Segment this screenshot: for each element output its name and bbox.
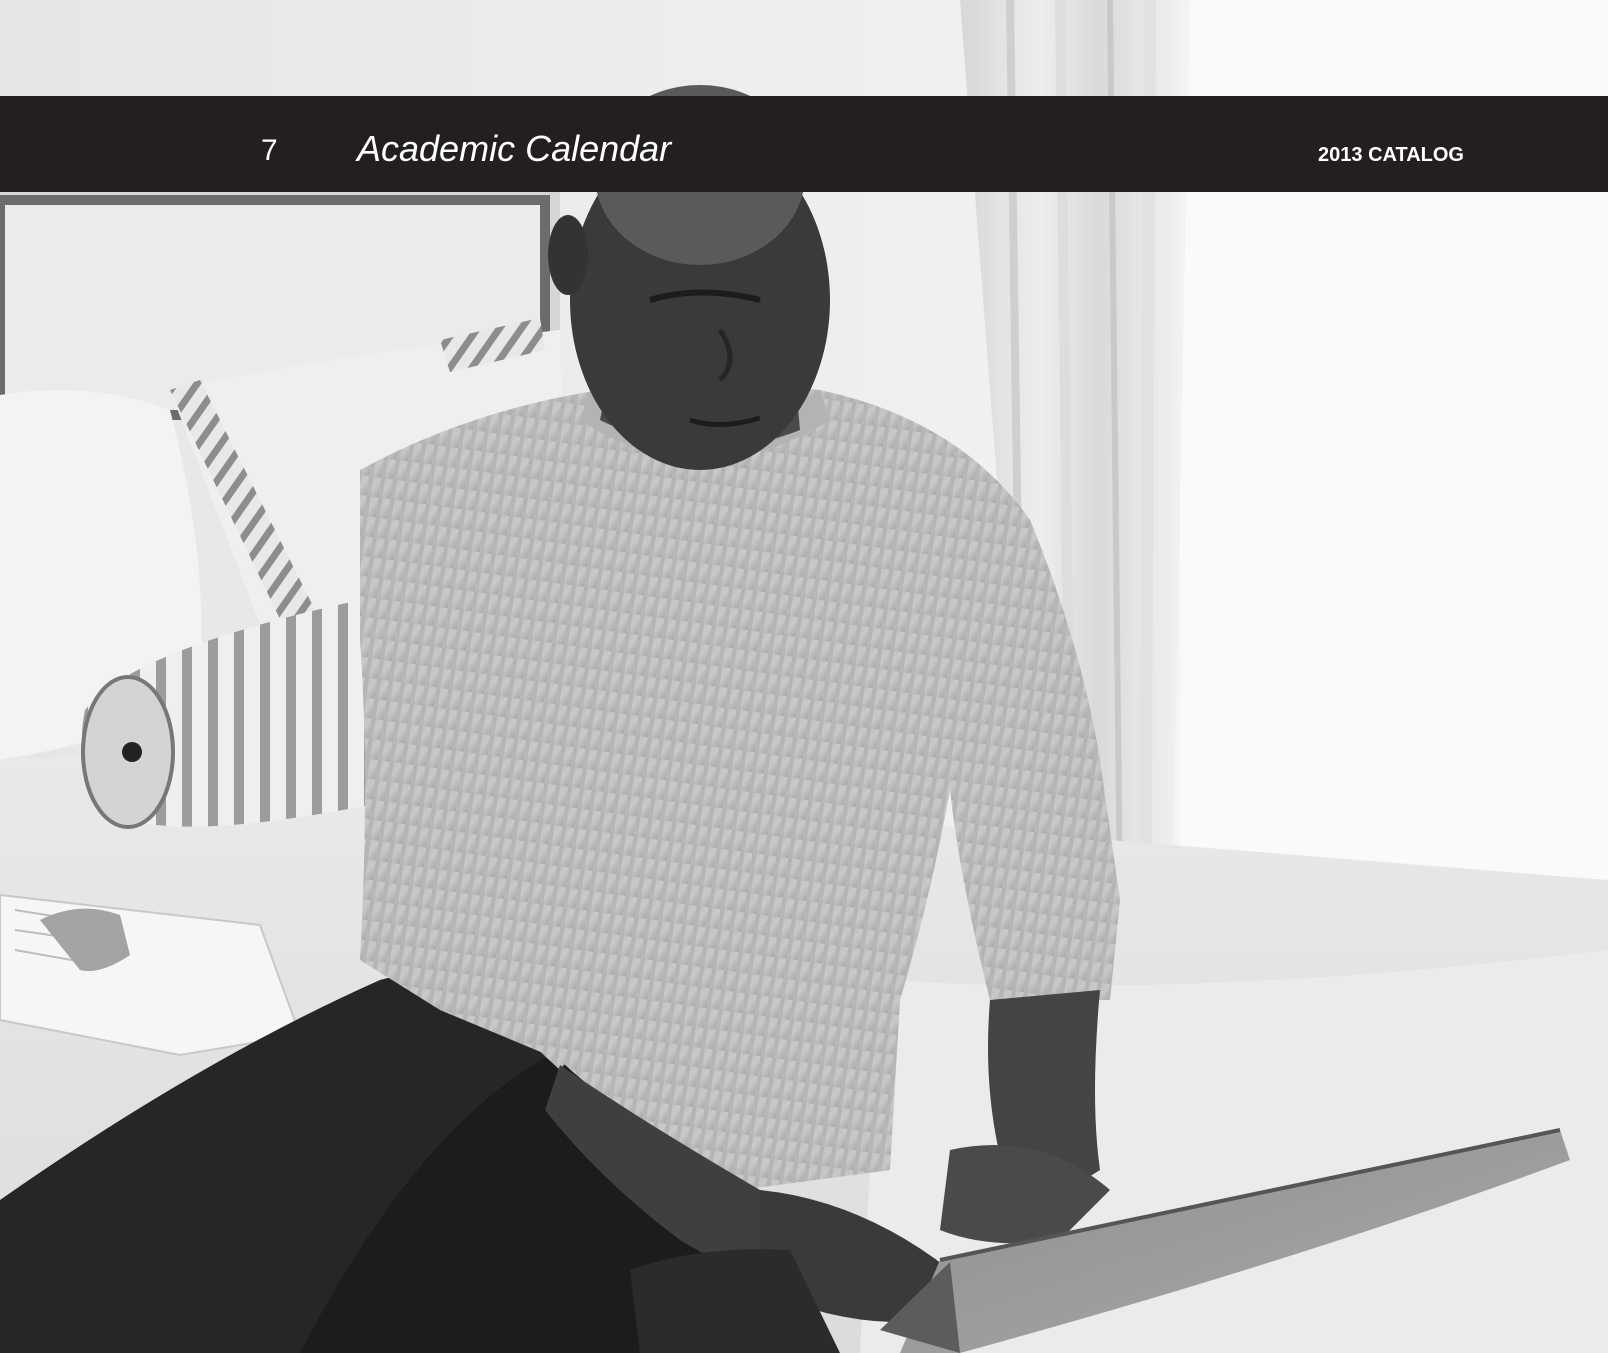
catalog-label: 2013 CATALOG (1318, 144, 1464, 166)
section-title: Academic Calendar (357, 128, 672, 169)
catalog-page: 7 Academic Calendar 2013 CATALOG (0, 0, 1608, 1353)
man-using-laptop-on-bed-photo (0, 0, 1608, 1353)
page-number: 7 (261, 134, 278, 167)
